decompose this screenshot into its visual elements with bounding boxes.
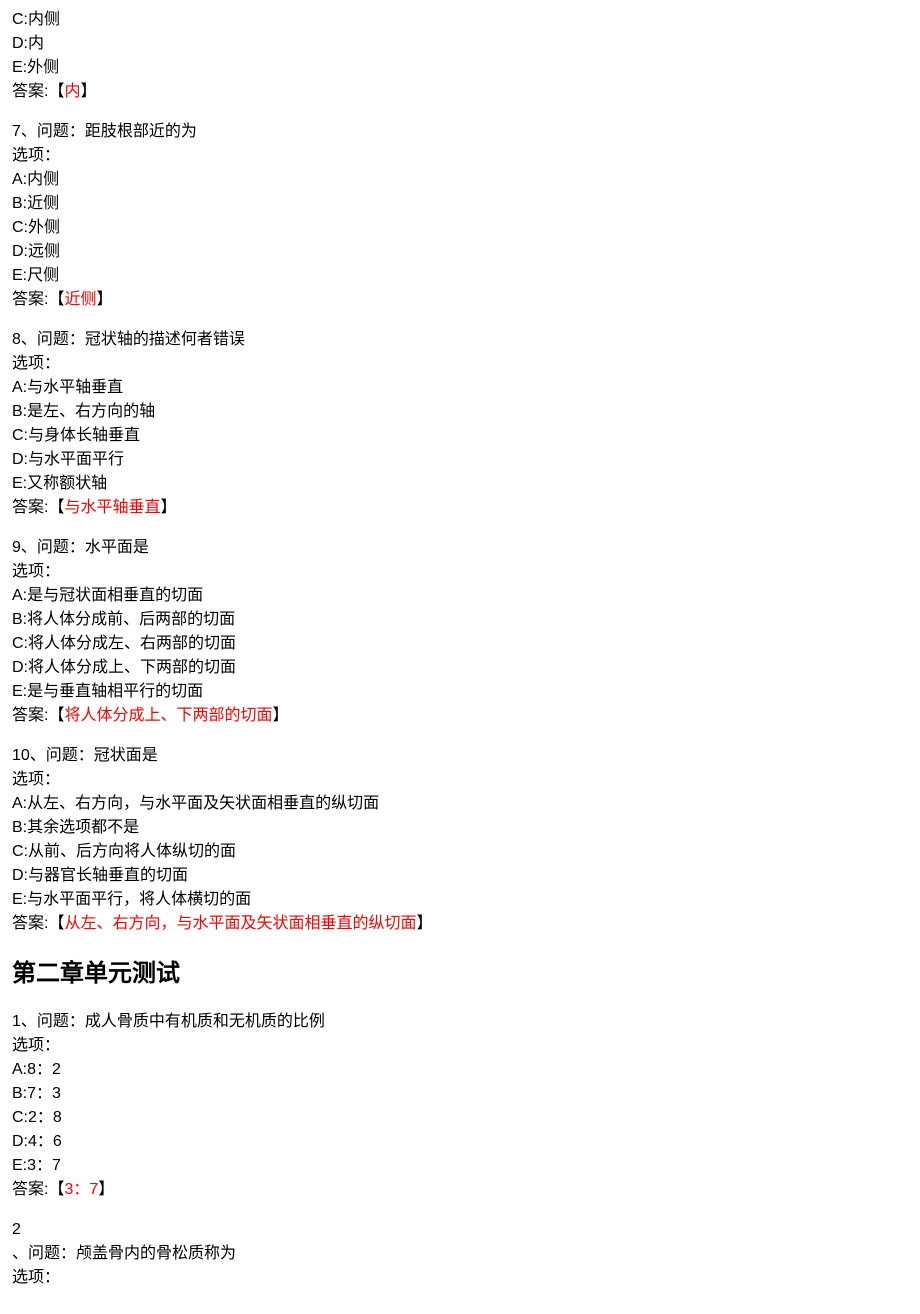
answer-suffix: 】 [98, 1181, 114, 1198]
answer-prefix: 答案:【 [12, 707, 64, 724]
options-label: 选项： [12, 1034, 908, 1058]
option-b: B:其余选项都不是 [12, 816, 908, 840]
option-c: C:内侧 [12, 8, 908, 32]
option-d: D:与水平面平行 [12, 448, 908, 472]
question-header: 7、问题：距肢根部近的为 [12, 120, 908, 144]
answer-text: 内 [64, 83, 80, 100]
answer-suffix: 】 [160, 499, 176, 516]
option-c: C:将人体分成左、右两部的切面 [12, 632, 908, 656]
option-d: D:远侧 [12, 240, 908, 264]
option-b: B:是左、右方向的轴 [12, 400, 908, 424]
answer-suffix: 】 [272, 707, 288, 724]
option-e: E:与水平面平行，将人体横切的面 [12, 888, 908, 912]
option-e: E:又称额状轴 [12, 472, 908, 496]
question-number: 2 [12, 1218, 908, 1242]
options-label: 选项： [12, 560, 908, 584]
chapter2-question-2-partial: 2 、问题：颅盖骨内的骨松质称为 选项： [12, 1218, 908, 1290]
question-10: 10、问题：冠状面是 选项： A:从左、右方向，与水平面及矢状面相垂直的纵切面 … [12, 744, 908, 936]
question-header: 9、问题：水平面是 [12, 536, 908, 560]
option-a: A:内侧 [12, 168, 908, 192]
option-c: C:2：8 [12, 1106, 908, 1130]
option-e: E:外侧 [12, 56, 908, 80]
answer-prefix: 答案:【 [12, 83, 64, 100]
option-c: C:与身体长轴垂直 [12, 424, 908, 448]
chapter-2-title: 第二章单元测试 [12, 956, 908, 992]
option-d: D:4：6 [12, 1130, 908, 1154]
option-a: A:与水平轴垂直 [12, 376, 908, 400]
option-a: A:8：2 [12, 1058, 908, 1082]
answer-suffix: 】 [96, 291, 112, 308]
question-header: 、问题：颅盖骨内的骨松质称为 [12, 1242, 908, 1266]
options-label: 选项： [12, 144, 908, 168]
question-header: 10、问题：冠状面是 [12, 744, 908, 768]
answer-line: 答案:【将人体分成上、下两部的切面】 [12, 704, 908, 728]
option-b: B:将人体分成前、后两部的切面 [12, 608, 908, 632]
answer-text: 与水平轴垂直 [64, 499, 160, 516]
answer-line: 答案:【内】 [12, 80, 908, 104]
option-e: E:3：7 [12, 1154, 908, 1178]
options-label: 选项： [12, 768, 908, 792]
answer-text: 将人体分成上、下两部的切面 [64, 707, 272, 724]
answer-suffix: 】 [80, 83, 96, 100]
answer-prefix: 答案:【 [12, 915, 64, 932]
answer-text: 3：7 [64, 1181, 98, 1198]
answer-prefix: 答案:【 [12, 499, 64, 516]
option-a: A:是与冠状面相垂直的切面 [12, 584, 908, 608]
option-d: D:与器官长轴垂直的切面 [12, 864, 908, 888]
answer-line: 答案:【从左、右方向，与水平面及矢状面相垂直的纵切面】 [12, 912, 908, 936]
answer-suffix: 】 [416, 915, 432, 932]
option-b: B:7：3 [12, 1082, 908, 1106]
option-e: E:尺侧 [12, 264, 908, 288]
answer-line: 答案:【3：7】 [12, 1178, 908, 1202]
question-6-partial: C:内侧 D:内 E:外侧 答案:【内】 [12, 8, 908, 104]
chapter2-question-1: 1、问题：成人骨质中有机质和无机质的比例 选项： A:8：2 B:7：3 C:2… [12, 1010, 908, 1202]
question-header: 8、问题：冠状轴的描述何者错误 [12, 328, 908, 352]
options-label: 选项： [12, 1266, 908, 1290]
answer-line: 答案:【与水平轴垂直】 [12, 496, 908, 520]
option-b: B:近侧 [12, 192, 908, 216]
options-label: 选项： [12, 352, 908, 376]
option-e: E:是与垂直轴相平行的切面 [12, 680, 908, 704]
option-c: C:外侧 [12, 216, 908, 240]
answer-text: 从左、右方向，与水平面及矢状面相垂直的纵切面 [64, 915, 416, 932]
question-8: 8、问题：冠状轴的描述何者错误 选项： A:与水平轴垂直 B:是左、右方向的轴 … [12, 328, 908, 520]
question-9: 9、问题：水平面是 选项： A:是与冠状面相垂直的切面 B:将人体分成前、后两部… [12, 536, 908, 728]
question-7: 7、问题：距肢根部近的为 选项： A:内侧 B:近侧 C:外侧 D:远侧 E:尺… [12, 120, 908, 312]
question-header: 1、问题：成人骨质中有机质和无机质的比例 [12, 1010, 908, 1034]
option-d: D:内 [12, 32, 908, 56]
option-c: C:从前、后方向将人体纵切的面 [12, 840, 908, 864]
answer-line: 答案:【近侧】 [12, 288, 908, 312]
option-a: A:从左、右方向，与水平面及矢状面相垂直的纵切面 [12, 792, 908, 816]
option-d: D:将人体分成上、下两部的切面 [12, 656, 908, 680]
answer-prefix: 答案:【 [12, 1181, 64, 1198]
answer-prefix: 答案:【 [12, 291, 64, 308]
answer-text: 近侧 [64, 291, 96, 308]
